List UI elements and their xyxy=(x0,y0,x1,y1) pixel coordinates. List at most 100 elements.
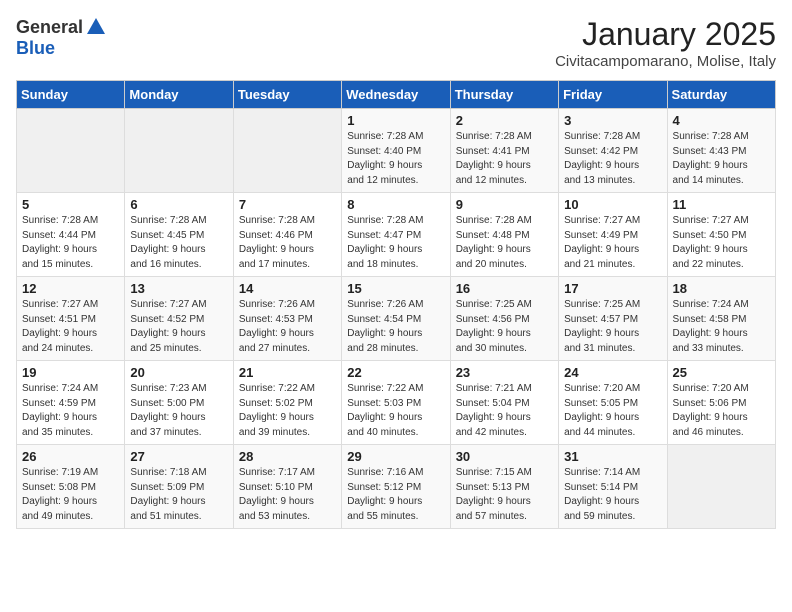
calendar-cell: 10 Sunrise: 7:27 AM Sunset: 4:49 PM Dayli… xyxy=(559,193,667,277)
calendar-cell: 21 Sunrise: 7:22 AM Sunset: 5:02 PM Dayli… xyxy=(233,361,341,445)
calendar-cell: 27Sunrise: 7:18 AM Sunset: 5:09 PM Dayli… xyxy=(125,445,233,529)
calendar-cell: 19 Sunrise: 7:24 AM Sunset: 4:59 PM Dayli… xyxy=(17,361,125,445)
calendar-cell: 26Sunrise: 7:19 AM Sunset: 5:08 PM Dayli… xyxy=(17,445,125,529)
day-number: 29 xyxy=(347,449,444,464)
calendar-cell: 3 Sunrise: 7:28 AM Sunset: 4:42 PM Daylig… xyxy=(559,109,667,193)
day-number: 11 xyxy=(673,197,770,212)
calendar-cell: 4Sunrise: 7:28 AM Sunset: 4:43 PM Daylig… xyxy=(667,109,775,193)
day-number: 28 xyxy=(239,449,336,464)
day-info: Sunrise: 7:26 AM Sunset: 4:53 PM Dayligh… xyxy=(239,298,336,356)
week-row-3: 12 Sunrise: 7:27 AM Sunset: 4:51 PM Dayli… xyxy=(17,277,776,361)
calendar-cell: 25Sunrise: 7:20 AM Sunset: 5:06 PM Dayli… xyxy=(667,361,775,445)
day-info: Sunrise: 7:16 AM Sunset: 5:12 PM Dayligh… xyxy=(347,466,444,524)
calendar-cell: 15 Sunrise: 7:26 AM Sunset: 4:54 PM Dayli… xyxy=(342,277,450,361)
day-info: Sunrise: 7:28 AM Sunset: 4:45 PM Dayligh… xyxy=(130,214,227,272)
calendar-cell xyxy=(17,109,125,193)
calendar-cell: 5 Sunrise: 7:28 AM Sunset: 4:44 PM Daylig… xyxy=(17,193,125,277)
day-info: Sunrise: 7:24 AM Sunset: 4:58 PM Dayligh… xyxy=(673,298,770,356)
calendar-cell: 17 Sunrise: 7:25 AM Sunset: 4:57 PM Dayli… xyxy=(559,277,667,361)
day-info: Sunrise: 7:19 AM Sunset: 5:08 PM Dayligh… xyxy=(22,466,119,524)
day-info: Sunrise: 7:22 AM Sunset: 5:02 PM Dayligh… xyxy=(239,382,336,440)
day-number: 4 xyxy=(673,113,770,128)
logo-blue: Blue xyxy=(16,38,55,59)
week-row-2: 5 Sunrise: 7:28 AM Sunset: 4:44 PM Daylig… xyxy=(17,193,776,277)
day-info: Sunrise: 7:28 AM Sunset: 4:44 PM Dayligh… xyxy=(22,214,119,272)
day-info: Sunrise: 7:27 AM Sunset: 4:51 PM Dayligh… xyxy=(22,298,119,356)
day-number: 27 xyxy=(130,449,227,464)
week-row-1: 1 Sunrise: 7:28 AM Sunset: 4:40 PM Daylig… xyxy=(17,109,776,193)
calendar-cell: 14 Sunrise: 7:26 AM Sunset: 4:53 PM Dayli… xyxy=(233,277,341,361)
weekday-header-wednesday: Wednesday xyxy=(342,81,450,109)
day-number: 15 xyxy=(347,281,444,296)
day-info: Sunrise: 7:25 AM Sunset: 4:57 PM Dayligh… xyxy=(564,298,661,356)
weekday-header-row: SundayMondayTuesdayWednesdayThursdayFrid… xyxy=(17,81,776,109)
day-number: 21 xyxy=(239,365,336,380)
day-info: Sunrise: 7:24 AM Sunset: 4:59 PM Dayligh… xyxy=(22,382,119,440)
day-number: 24 xyxy=(564,365,661,380)
day-number: 1 xyxy=(347,113,444,128)
day-number: 9 xyxy=(456,197,553,212)
calendar-cell: 29 Sunrise: 7:16 AM Sunset: 5:12 PM Dayli… xyxy=(342,445,450,529)
day-info: Sunrise: 7:14 AM Sunset: 5:14 PM Dayligh… xyxy=(564,466,661,524)
calendar-cell xyxy=(233,109,341,193)
day-info: Sunrise: 7:28 AM Sunset: 4:42 PM Dayligh… xyxy=(564,130,661,188)
title-area: January 2025 Civitacampomarano, Molise, … xyxy=(555,16,776,70)
weekday-header-friday: Friday xyxy=(559,81,667,109)
day-number: 18 xyxy=(673,281,770,296)
calendar-cell: 12 Sunrise: 7:27 AM Sunset: 4:51 PM Dayli… xyxy=(17,277,125,361)
day-number: 3 xyxy=(564,113,661,128)
calendar-cell: 23 Sunrise: 7:21 AM Sunset: 5:04 PM Dayli… xyxy=(450,361,558,445)
logo-general: General xyxy=(16,17,83,38)
day-number: 23 xyxy=(456,365,553,380)
day-info: Sunrise: 7:28 AM Sunset: 4:46 PM Dayligh… xyxy=(239,214,336,272)
calendar-table: SundayMondayTuesdayWednesdayThursdayFrid… xyxy=(16,80,776,529)
day-info: Sunrise: 7:21 AM Sunset: 5:04 PM Dayligh… xyxy=(456,382,553,440)
calendar-cell: 16Sunrise: 7:25 AM Sunset: 4:56 PM Dayli… xyxy=(450,277,558,361)
day-info: Sunrise: 7:27 AM Sunset: 4:52 PM Dayligh… xyxy=(130,298,227,356)
day-number: 5 xyxy=(22,197,119,212)
day-info: Sunrise: 7:25 AM Sunset: 4:56 PM Dayligh… xyxy=(456,298,553,356)
calendar-cell: 7 Sunrise: 7:28 AM Sunset: 4:46 PM Daylig… xyxy=(233,193,341,277)
calendar-cell: 2Sunrise: 7:28 AM Sunset: 4:41 PM Daylig… xyxy=(450,109,558,193)
calendar-cell: 8Sunrise: 7:28 AM Sunset: 4:47 PM Daylig… xyxy=(342,193,450,277)
calendar-cell: 6 Sunrise: 7:28 AM Sunset: 4:45 PM Daylig… xyxy=(125,193,233,277)
day-number: 7 xyxy=(239,197,336,212)
day-number: 13 xyxy=(130,281,227,296)
day-number: 2 xyxy=(456,113,553,128)
weekday-header-monday: Monday xyxy=(125,81,233,109)
day-number: 19 xyxy=(22,365,119,380)
weekday-header-sunday: Sunday xyxy=(17,81,125,109)
location-subtitle: Civitacampomarano, Molise, Italy xyxy=(555,53,776,70)
day-info: Sunrise: 7:28 AM Sunset: 4:48 PM Dayligh… xyxy=(456,214,553,272)
week-row-5: 26Sunrise: 7:19 AM Sunset: 5:08 PM Dayli… xyxy=(17,445,776,529)
calendar-cell: 22Sunrise: 7:22 AM Sunset: 5:03 PM Dayli… xyxy=(342,361,450,445)
logo: General Blue xyxy=(16,16,107,59)
day-info: Sunrise: 7:23 AM Sunset: 5:00 PM Dayligh… xyxy=(130,382,227,440)
week-row-4: 19 Sunrise: 7:24 AM Sunset: 4:59 PM Dayli… xyxy=(17,361,776,445)
day-number: 25 xyxy=(673,365,770,380)
calendar-cell: 13 Sunrise: 7:27 AM Sunset: 4:52 PM Dayli… xyxy=(125,277,233,361)
day-number: 22 xyxy=(347,365,444,380)
day-info: Sunrise: 7:26 AM Sunset: 4:54 PM Dayligh… xyxy=(347,298,444,356)
day-info: Sunrise: 7:15 AM Sunset: 5:13 PM Dayligh… xyxy=(456,466,553,524)
calendar-cell xyxy=(667,445,775,529)
calendar-cell: 9 Sunrise: 7:28 AM Sunset: 4:48 PM Daylig… xyxy=(450,193,558,277)
day-info: Sunrise: 7:28 AM Sunset: 4:40 PM Dayligh… xyxy=(347,130,444,188)
day-number: 10 xyxy=(564,197,661,212)
day-number: 6 xyxy=(130,197,227,212)
day-number: 14 xyxy=(239,281,336,296)
day-info: Sunrise: 7:27 AM Sunset: 4:49 PM Dayligh… xyxy=(564,214,661,272)
logo-icon xyxy=(85,16,107,38)
day-number: 30 xyxy=(456,449,553,464)
day-info: Sunrise: 7:27 AM Sunset: 4:50 PM Dayligh… xyxy=(673,214,770,272)
day-number: 17 xyxy=(564,281,661,296)
calendar-cell: 24Sunrise: 7:20 AM Sunset: 5:05 PM Dayli… xyxy=(559,361,667,445)
day-number: 31 xyxy=(564,449,661,464)
day-number: 8 xyxy=(347,197,444,212)
calendar-cell: 30 Sunrise: 7:15 AM Sunset: 5:13 PM Dayli… xyxy=(450,445,558,529)
day-number: 12 xyxy=(22,281,119,296)
day-info: Sunrise: 7:17 AM Sunset: 5:10 PM Dayligh… xyxy=(239,466,336,524)
header: General Blue January 2025 Civitacampomar… xyxy=(16,16,776,70)
calendar-cell: 11 Sunrise: 7:27 AM Sunset: 4:50 PM Dayli… xyxy=(667,193,775,277)
calendar-cell: 28 Sunrise: 7:17 AM Sunset: 5:10 PM Dayli… xyxy=(233,445,341,529)
